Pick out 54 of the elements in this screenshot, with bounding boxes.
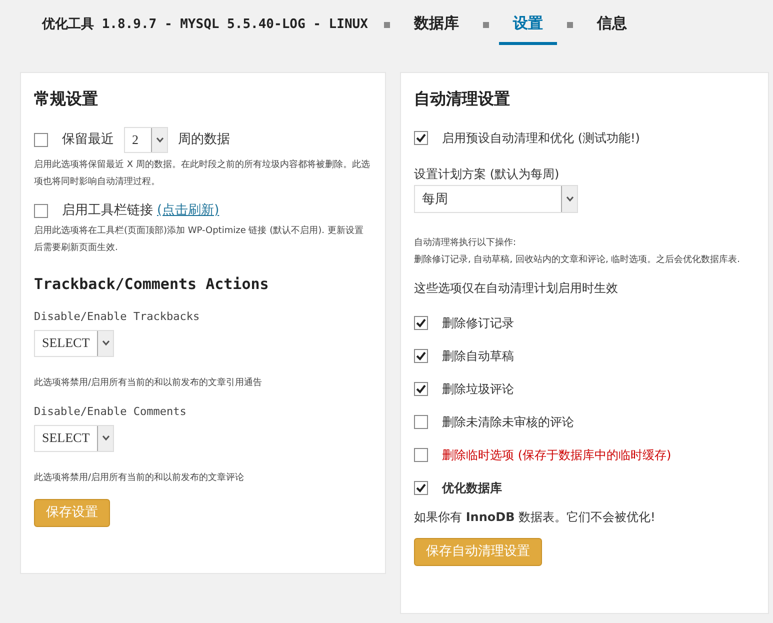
checkmark-icon	[416, 318, 426, 328]
checkbox[interactable]	[414, 349, 428, 363]
checkbox[interactable]	[34, 204, 48, 218]
checkbox[interactable]	[414, 316, 428, 330]
help-text: 此选项将禁用/启用所有当前的和以前发布的文章评论	[34, 472, 246, 484]
checkbox[interactable]	[414, 448, 428, 462]
option-label: 删除未清除未审核的评论	[442, 414, 574, 431]
select-value: SELECT	[41, 429, 90, 448]
option-label: 删除自动草稿	[442, 348, 514, 365]
help-text: 此选项将禁用/启用所有当前的和以前发布的文章引用通告	[34, 376, 264, 390]
panel-heading: 自动清理设置	[414, 88, 511, 110]
option-label: 周的数据	[178, 131, 230, 150]
nav-tab[interactable]: 信息	[582, 4, 641, 45]
option-label: 删除临时选项 (保存于数据库中的临时缓存)	[442, 447, 672, 464]
nav-tab[interactable]: 设置	[498, 4, 557, 45]
section-heading: Trackback/Comments Actions	[34, 274, 270, 294]
checkmark-icon	[416, 483, 426, 493]
option-label: 优化数据库	[442, 480, 502, 497]
innodb-note: 如果你有 InnoDB 数据表。它们不会被优化!	[414, 509, 656, 526]
help-text: 自动清理将执行以下操作:	[414, 236, 518, 250]
help-text: 启用此选项将保留最近 X 周的数据。在此时段之前的所有垃圾内容都将被删除。此选项也将同时影响自动清理过程。	[34, 158, 371, 189]
select-dropdown[interactable]: 2	[124, 127, 168, 153]
checkbox[interactable]	[414, 481, 428, 495]
nav-tab[interactable]: 数据库	[400, 4, 473, 45]
field-label: Disable/Enable Trackbacks	[34, 309, 201, 325]
select-dropdown[interactable]: 每周	[414, 185, 578, 213]
select-dropdown[interactable]: SELECT	[34, 330, 114, 356]
select-value: 每周	[421, 190, 448, 208]
help-text: 删除修订记录, 自动草稿, 回收站内的文章和评论, 临时选项。之后会优化数据库表.	[414, 254, 742, 267]
separator-icon	[384, 22, 390, 28]
select-value: 2	[131, 131, 138, 150]
page-title: 优化工具 1.8.9.7 - MYSQL 5.5.40-LOG - LINUX	[42, 16, 368, 34]
refresh-link[interactable]: (点击刷新)	[157, 201, 220, 220]
checkmark-icon	[416, 133, 426, 143]
checkmark-icon	[416, 351, 426, 361]
checkbox[interactable]	[414, 382, 428, 396]
section-note: 这些选项仅在自动清理计划启用时生效	[414, 280, 619, 297]
help-text: 启用此选项将在工具栏(页面顶部)添加 WP-Optimize 链接 (默认不启用). 更新设置后需要刷新页面生效.	[34, 224, 364, 254]
select-value: SELECT	[41, 334, 90, 352]
option-label: 启用工具栏链接	[62, 202, 153, 220]
checkmark-icon	[416, 384, 426, 394]
panel-heading: 常规设置	[34, 88, 99, 110]
separator-icon	[482, 22, 489, 28]
option-label: 启用预设自动清理和优化 (测试功能!)	[442, 130, 640, 147]
separator-icon	[566, 22, 573, 28]
checkbox[interactable]	[34, 133, 48, 147]
checkbox[interactable]	[414, 131, 428, 145]
option-label: 保留最近	[62, 131, 114, 150]
option-label: 删除修订记录	[442, 315, 514, 332]
checkbox[interactable]	[414, 415, 428, 429]
field-label: 设置计划方案 (默认为每周)	[414, 166, 560, 183]
option-label: 删除垃圾评论	[442, 381, 514, 398]
select-dropdown[interactable]: SELECT	[34, 424, 114, 452]
field-label: Disable/Enable Comments	[34, 404, 188, 420]
